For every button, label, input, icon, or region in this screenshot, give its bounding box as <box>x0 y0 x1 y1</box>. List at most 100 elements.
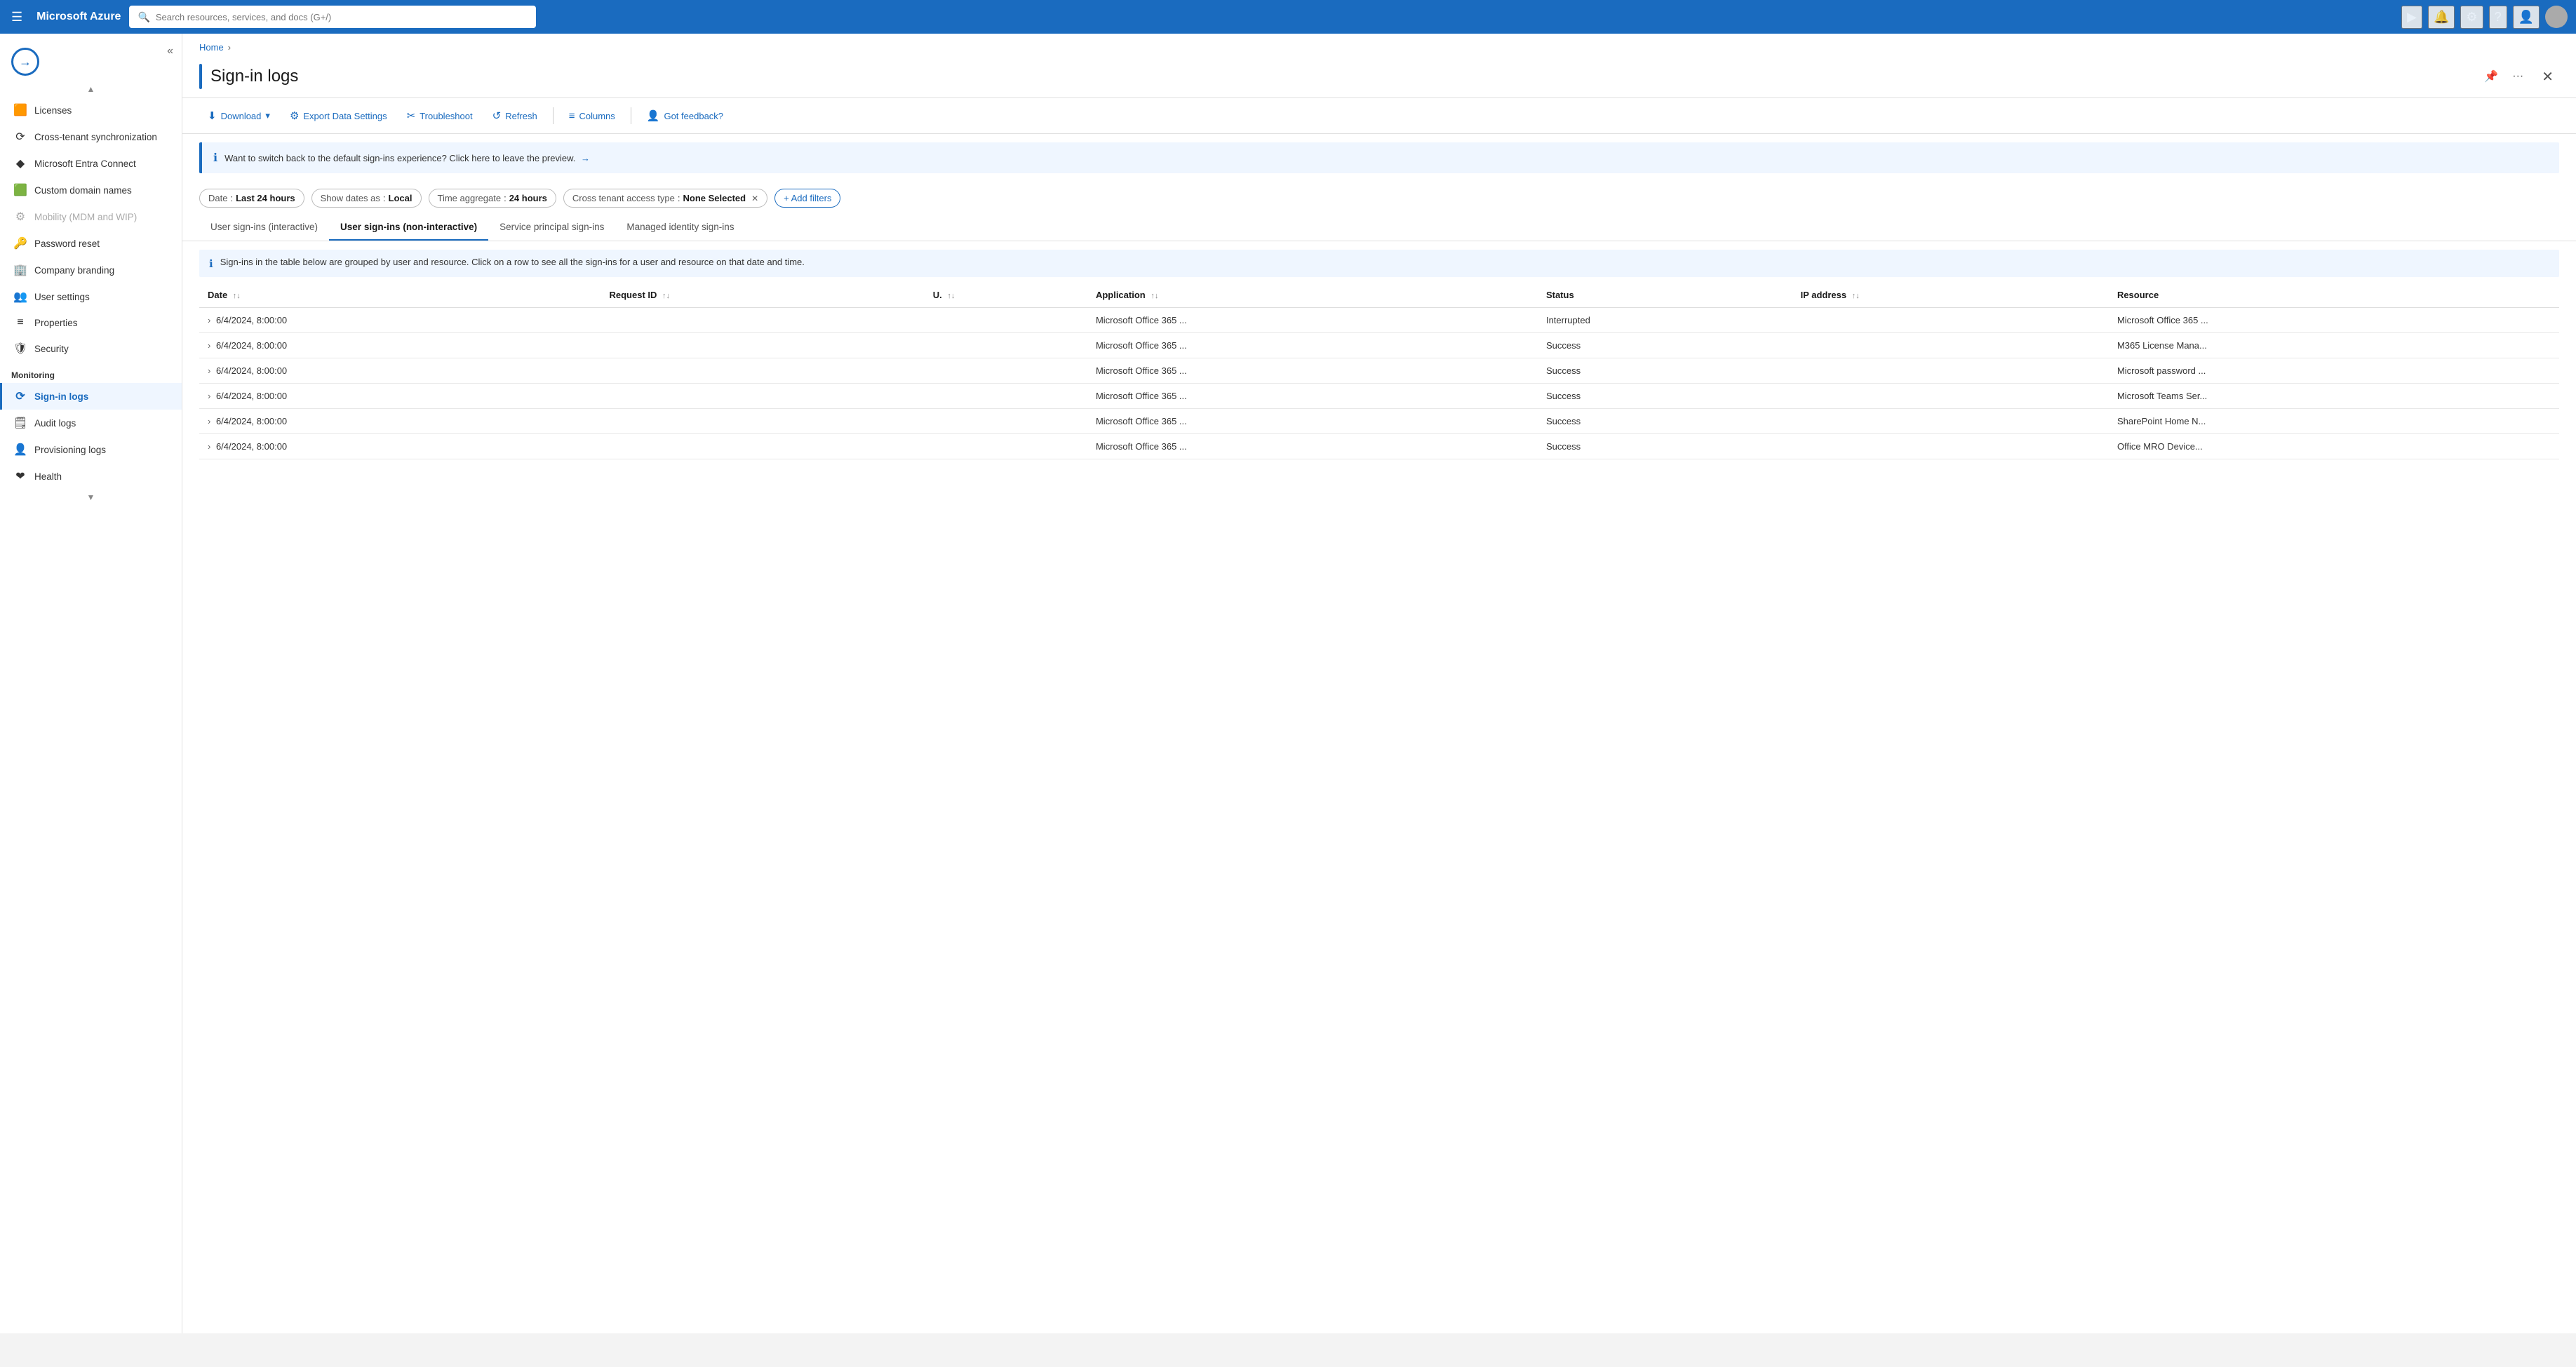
table-body: › 6/4/2024, 8:00:00 Microsoft Office 365… <box>199 308 2559 459</box>
troubleshoot-button[interactable]: ✂ Troubleshoot <box>398 105 481 126</box>
cell-status: Success <box>1538 333 1792 358</box>
sidebar-item-licenses[interactable]: 🟧 Licenses <box>0 97 182 123</box>
sidebar-item-provisioning-logs[interactable]: 👤 Provisioning logs <box>0 436 182 463</box>
col-header-resource: Resource <box>2109 283 2559 308</box>
pin-button[interactable]: 📌 <box>2480 67 2502 86</box>
row-expand-button[interactable]: › <box>208 365 210 376</box>
sidebar-icon-user-settings: 👥 <box>13 290 27 304</box>
feedback-icon[interactable]: 👤 <box>2513 6 2540 29</box>
cell-ip-address <box>1792 409 2109 434</box>
sidebar-label-company-branding: Company branding <box>34 265 114 276</box>
row-expand-button[interactable]: › <box>208 416 210 426</box>
export-data-settings-button[interactable]: ⚙ Export Data Settings <box>281 105 396 126</box>
sidebar-item-entra-connect[interactable]: ◆ Microsoft Entra Connect <box>0 150 182 177</box>
tab-non-interactive[interactable]: User sign-ins (non-interactive) <box>329 215 488 241</box>
sidebar-item-password-reset[interactable]: 🔑 Password reset <box>0 230 182 257</box>
columns-button[interactable]: ≡ Columns <box>561 106 624 126</box>
col-header-user[interactable]: U. ↑↓ <box>925 283 1087 308</box>
leave-preview-link[interactable]: → <box>581 153 590 163</box>
row-expand-button[interactable]: › <box>208 391 210 401</box>
sidebar-item-user-settings[interactable]: 👥 User settings <box>0 283 182 310</box>
col-header-ip_address[interactable]: IP address ↑↓ <box>1792 283 2109 308</box>
time-aggregate-filter-chip[interactable]: Time aggregate : 24 hours <box>429 189 556 208</box>
sidebar-item-properties[interactable]: ≡ Properties <box>0 310 182 335</box>
scroll-down-btn[interactable]: ▼ <box>0 490 182 505</box>
sidebar-label-custom-domain: Custom domain names <box>34 185 132 196</box>
cloud-shell-icon[interactable]: ▶ <box>2401 6 2422 29</box>
cell-user <box>925 384 1087 409</box>
scroll-up-btn[interactable]: ▲ <box>0 81 182 97</box>
breadcrumb-home[interactable]: Home <box>199 42 224 53</box>
sort-icon-user[interactable]: ↑↓ <box>947 292 955 300</box>
more-button[interactable]: ··· <box>2508 67 2528 86</box>
sidebar-item-audit-logs[interactable]: 🗒 Audit logs <box>0 410 182 436</box>
page-header-accent <box>199 64 202 89</box>
sidebar-item-custom-domain[interactable]: 🟩 Custom domain names <box>0 177 182 203</box>
page-header: Sign-in logs 📌 ··· ✕ <box>182 53 2576 98</box>
date-filter-chip[interactable]: Date : Last 24 hours <box>199 189 304 208</box>
sidebar-item-company-branding[interactable]: 🏢 Company branding <box>0 257 182 283</box>
col-header-request_id[interactable]: Request ID ↑↓ <box>601 283 924 308</box>
feedback-icon: 👤 <box>647 109 660 122</box>
row-expand-button[interactable]: › <box>208 315 210 325</box>
sidebar-icon-mobility: ⚙ <box>13 210 27 224</box>
add-filters-button[interactable]: + Add filters <box>774 189 840 208</box>
table-row[interactable]: › 6/4/2024, 8:00:00 Microsoft Office 365… <box>199 308 2559 333</box>
table-container: Date ↑↓Request ID ↑↓U. ↑↓Application ↑↓S… <box>182 283 2576 476</box>
notifications-icon[interactable]: 🔔 <box>2428 6 2455 29</box>
table-info-text: Sign-ins in the table below are grouped … <box>220 257 805 267</box>
app-title: Microsoft Azure <box>36 11 121 23</box>
cross-tenant-close-icon[interactable]: ✕ <box>751 194 758 203</box>
sidebar-item-sign-in-logs[interactable]: ⟳ Sign-in logs <box>0 383 182 410</box>
collapse-sidebar-button[interactable]: « <box>164 42 176 60</box>
show-dates-filter-chip[interactable]: Show dates as : Local <box>311 189 422 208</box>
refresh-button[interactable]: ↺ Refresh <box>484 105 546 126</box>
table-row[interactable]: › 6/4/2024, 8:00:00 Microsoft Office 365… <box>199 333 2559 358</box>
sort-icon-request_id[interactable]: ↑↓ <box>662 292 670 300</box>
col-header-date[interactable]: Date ↑↓ <box>199 283 601 308</box>
feedback-button[interactable]: 👤 Got feedback? <box>638 105 732 126</box>
sort-icon-application[interactable]: ↑↓ <box>1151 292 1158 300</box>
sort-icon-date[interactable]: ↑↓ <box>233 292 241 300</box>
sidebar-icon-security: 🛡 <box>13 342 27 356</box>
table-row[interactable]: › 6/4/2024, 8:00:00 Microsoft Office 365… <box>199 434 2559 459</box>
search-bar[interactable]: 🔍 <box>129 6 536 28</box>
cell-application: Microsoft Office 365 ... <box>1087 308 1538 333</box>
scroll-up-icon[interactable]: ▲ <box>87 84 95 94</box>
table-row[interactable]: › 6/4/2024, 8:00:00 Microsoft Office 365… <box>199 409 2559 434</box>
download-button[interactable]: ⬇ Download ▾ <box>199 105 279 126</box>
sidebar-icon-provisioning-logs: 👤 <box>13 443 27 457</box>
table-row[interactable]: › 6/4/2024, 8:00:00 Microsoft Office 365… <box>199 384 2559 409</box>
sidebar-icon-company-branding: 🏢 <box>13 263 27 277</box>
user-avatar[interactable] <box>2545 6 2568 28</box>
sidebar-item-health[interactable]: ❤ Health <box>0 463 182 490</box>
table-row[interactable]: › 6/4/2024, 8:00:00 Microsoft Office 365… <box>199 358 2559 384</box>
scroll-down-icon[interactable]: ▼ <box>87 492 95 502</box>
row-expand-button[interactable]: › <box>208 340 210 351</box>
help-icon[interactable]: ? <box>2489 6 2507 29</box>
col-header-application[interactable]: Application ↑↓ <box>1087 283 1538 308</box>
row-expand-button[interactable]: › <box>208 441 210 452</box>
settings-icon[interactable]: ⚙ <box>2460 6 2483 29</box>
sidebar-label-mobility: Mobility (MDM and WIP) <box>34 212 137 222</box>
tab-interactive[interactable]: User sign-ins (interactive) <box>199 215 329 241</box>
sidebar-item-security[interactable]: 🛡 Security <box>0 335 182 362</box>
close-button[interactable]: ✕ <box>2536 65 2559 88</box>
search-input[interactable] <box>156 12 528 22</box>
sign-in-tabs: User sign-ins (interactive)User sign-ins… <box>182 215 2576 241</box>
cell-request-id <box>601 434 924 459</box>
cross-tenant-filter-chip[interactable]: Cross tenant access type : None Selected… <box>563 189 767 208</box>
hamburger-menu[interactable]: ☰ <box>8 7 25 27</box>
sidebar-label-sign-in-logs: Sign-in logs <box>34 391 88 402</box>
page-title: Sign-in logs <box>210 67 298 86</box>
tab-service-principal[interactable]: Service principal sign-ins <box>488 215 615 241</box>
main-layout: → « ▲ 🟧 Licenses⟳ Cross-tenant synchroni… <box>0 34 2576 1333</box>
cell-request-id <box>601 358 924 384</box>
sort-icon-ip_address[interactable]: ↑↓ <box>1852 292 1860 300</box>
sidebar-icon-licenses: 🟧 <box>13 103 27 117</box>
tab-managed-identity[interactable]: Managed identity sign-ins <box>615 215 745 241</box>
sidebar-icon-sign-in-logs: ⟳ <box>13 389 27 403</box>
sidebar-item-cross-tenant-sync[interactable]: ⟳ Cross-tenant synchronization <box>0 123 182 150</box>
header-actions: 📌 ··· <box>2480 67 2528 86</box>
download-chevron-icon: ▾ <box>265 110 270 121</box>
